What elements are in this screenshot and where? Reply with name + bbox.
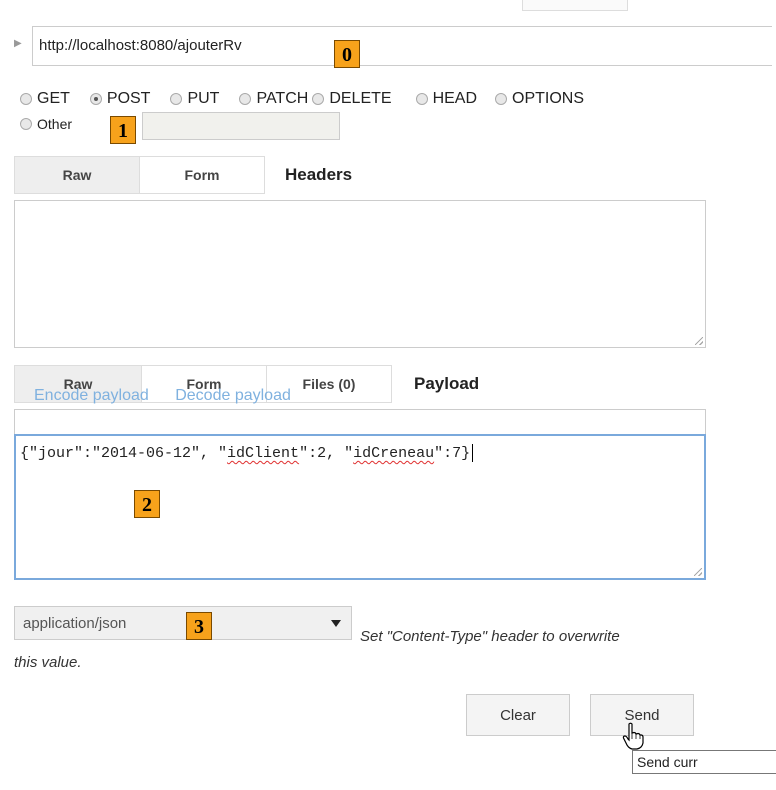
annotation-badge-3: 3	[186, 612, 212, 640]
method-post[interactable]: POST	[89, 90, 151, 108]
payload-title: Payload	[414, 374, 480, 393]
headers-tab-raw[interactable]: Raw	[14, 156, 140, 194]
radio-icon	[170, 93, 183, 105]
encode-payload-link[interactable]: Encode payload	[34, 387, 149, 404]
method-patch[interactable]: PATCH	[239, 90, 308, 108]
other-method-input[interactable]	[142, 112, 340, 140]
dropdown-arrow-icon	[331, 620, 341, 627]
clear-button[interactable]: Clear	[466, 694, 570, 736]
top-partial-button	[522, 0, 628, 11]
method-radio-group: GET POST PUT PATCH DELETE HEAD OPTIONS	[20, 90, 584, 108]
annotation-badge-0: 0	[334, 40, 360, 68]
method-options[interactable]: OPTIONS	[495, 90, 584, 108]
radio-selected-icon	[89, 93, 102, 105]
method-label: HEAD	[432, 90, 478, 107]
payload-textarea[interactable]: {"jour":"2014-06-12", "idClient":2, "idC…	[14, 434, 706, 580]
method-label: OPTIONS	[512, 90, 585, 107]
headers-tabs: Raw Form Headers	[14, 156, 352, 194]
method-other-label: Other	[37, 116, 73, 132]
radio-icon	[20, 93, 32, 105]
headers-tab-form[interactable]: Form	[139, 156, 265, 194]
decode-payload-link[interactable]: Decode payload	[175, 387, 291, 404]
method-get[interactable]: GET	[20, 90, 70, 108]
hand-cursor-icon	[622, 722, 644, 750]
method-put[interactable]: PUT	[170, 90, 219, 108]
content-type-hint-line1: Set "Content-Type" header to overwrite	[360, 628, 620, 645]
method-label: POST	[106, 90, 151, 107]
headers-textarea[interactable]	[14, 200, 706, 348]
resize-grip-icon[interactable]	[694, 568, 702, 576]
payload-encoder-links: Encode payload Decode payload	[34, 387, 313, 405]
method-label: DELETE	[329, 90, 392, 107]
resize-grip-icon[interactable]	[695, 337, 703, 345]
method-other[interactable]: Other	[20, 116, 72, 132]
method-label: PUT	[187, 90, 220, 107]
content-type-value: application/json	[23, 614, 127, 632]
content-type-hint-line2: this value.	[14, 654, 82, 671]
headers-title: Headers	[285, 165, 353, 184]
radio-icon	[495, 93, 508, 105]
annotation-badge-1: 1	[110, 116, 136, 144]
payload-body-text: {"jour":"2014-06-12", "idClient":2, "idC…	[20, 444, 474, 462]
radio-icon	[312, 93, 325, 105]
radio-icon	[20, 118, 32, 130]
annotation-badge-2: 2	[134, 490, 160, 518]
method-delete[interactable]: DELETE	[312, 90, 392, 108]
text-cursor	[472, 444, 474, 462]
url-field-wrapper	[32, 26, 772, 66]
expand-triangle-icon[interactable]: ▶	[14, 38, 22, 49]
method-label: PATCH	[256, 90, 309, 107]
radio-icon	[239, 93, 252, 105]
method-label: GET	[37, 90, 70, 107]
method-head[interactable]: HEAD	[415, 90, 478, 108]
content-type-select[interactable]: application/json	[14, 606, 352, 640]
send-tooltip: Send curr	[632, 750, 776, 774]
url-input[interactable]	[33, 27, 719, 63]
radio-icon	[415, 93, 428, 105]
